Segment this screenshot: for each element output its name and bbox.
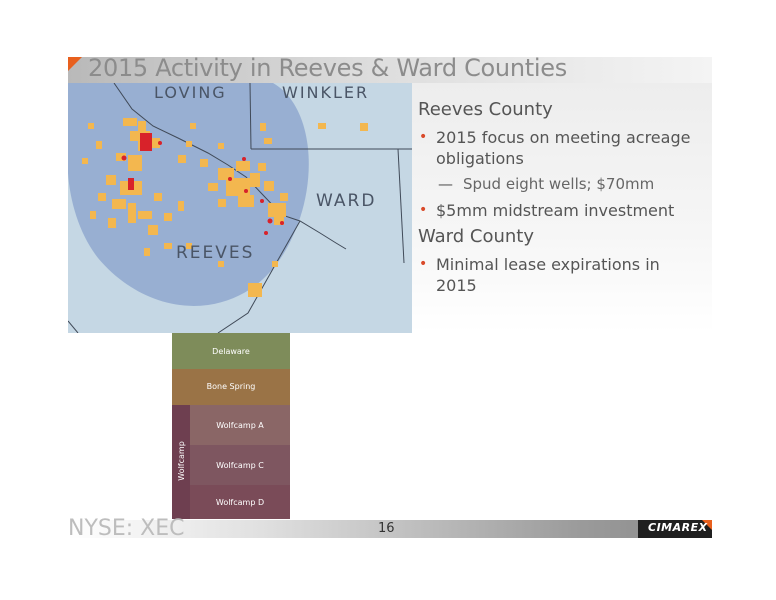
stratigraphic-column: Delaware Bone Spring Wolfcamp A Wolfcamp…: [172, 333, 290, 519]
bullet-acreage-obligations: • 2015 focus on meeting acreage obligati…: [419, 127, 706, 169]
layer-label-wolfcamp-a: Wolfcamp A: [216, 421, 264, 430]
map-label-loving: LOVING: [154, 83, 227, 102]
bullet-dot: •: [419, 256, 428, 272]
map-label-ward: WARD: [316, 191, 376, 211]
map-label-reeves: REEVES: [176, 243, 254, 263]
layer-label-wolfcamp-d: Wolfcamp D: [216, 498, 264, 507]
slide: 2015 Activity in Reeves & Ward Counties: [0, 0, 776, 600]
county-map: LOVING WINKLER WARD REEVES: [68, 83, 412, 333]
slide-title: 2015 Activity in Reeves & Ward Counties: [88, 54, 567, 82]
bullet-text: 2015 focus on meeting acreage obligation…: [436, 128, 691, 168]
heading-ward-county: Ward County: [418, 226, 535, 247]
heading-reeves-county: Reeves County: [418, 99, 553, 120]
page-number: 16: [378, 521, 395, 536]
layer-label-bone-spring: Bone Spring: [207, 382, 256, 391]
sub-bullet-spud-wells: — Spud eight wells; $70mm: [438, 175, 655, 193]
bullet-text: $5mm midstream investment: [436, 201, 675, 220]
logo-wordmark: CIMAREX: [648, 521, 708, 534]
layer-label-wolfcamp-c: Wolfcamp C: [216, 461, 264, 470]
bullet-dot: •: [419, 129, 428, 145]
bullet-midstream: • $5mm midstream investment: [419, 200, 706, 221]
bullet-lease-expirations: • Minimal lease expirations in 2015: [419, 254, 696, 296]
layer-label-delaware: Delaware: [212, 347, 250, 356]
sub-bullet-text: Spud eight wells; $70mm: [463, 175, 655, 193]
group-label-wolfcamp: Wolfcamp: [177, 441, 186, 481]
footer-ticker: NYSE: XEC: [68, 516, 185, 541]
dash-marker: —: [438, 175, 453, 193]
bullet-dot: •: [419, 202, 428, 218]
map-label-winkler: WINKLER: [282, 83, 369, 102]
title-accent-corner: [68, 57, 82, 71]
bullet-text: Minimal lease expirations in 2015: [436, 255, 660, 295]
